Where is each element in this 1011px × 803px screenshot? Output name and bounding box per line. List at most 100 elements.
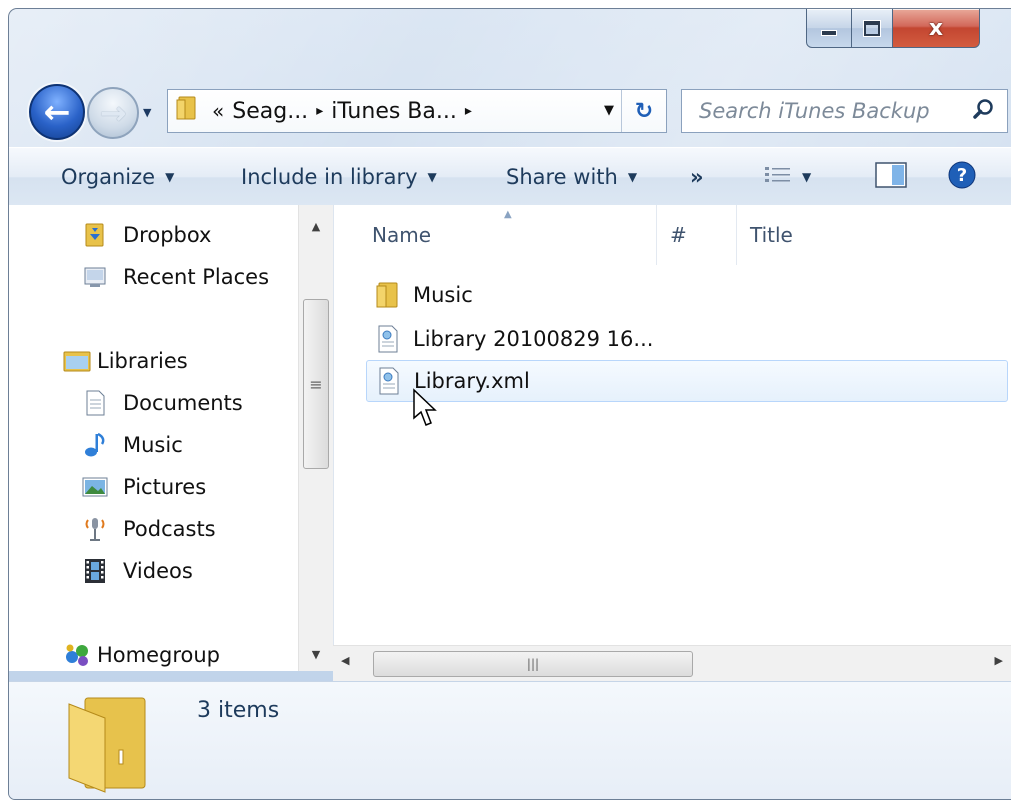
nav-item-label: Podcasts <box>123 517 216 541</box>
address-bar[interactable]: « Seag... ▸ iTunes Ba... ▸ ▼ ↻ <box>167 89 667 133</box>
scroll-down-icon[interactable]: ▼ <box>299 639 333 669</box>
more-icon: » <box>690 165 704 189</box>
scroll-left-icon[interactable]: ◀ <box>341 654 349 667</box>
file-list-scrollbar[interactable]: ◀ ||| ▶ <box>333 645 1011 682</box>
address-overflow[interactable]: « <box>212 99 224 123</box>
scroll-right-icon[interactable]: ▶ <box>995 654 1003 667</box>
chevron-down-icon: ▼ <box>427 170 437 184</box>
nav-item-label: Videos <box>123 559 193 583</box>
caption-buttons: x <box>806 9 980 50</box>
forward-button[interactable]: → <box>87 87 139 139</box>
preview-pane-button[interactable] <box>875 148 907 206</box>
list-item[interactable]: Music <box>366 275 1011 315</box>
address-separator-icon[interactable]: ▸ <box>465 103 472 119</box>
search-input[interactable]: Search iTunes Backup <box>699 99 973 123</box>
nav-item-label: Pictures <box>123 475 207 499</box>
help-button[interactable]: ? <box>947 148 977 206</box>
address-dropdown-icon[interactable]: ▼ <box>604 103 614 118</box>
xml-file-icon <box>374 325 402 353</box>
nav-item-music[interactable]: Music <box>81 427 183 463</box>
folder-large-icon <box>59 692 169 799</box>
include-in-library-menu[interactable]: Include in library ▼ <box>241 148 437 206</box>
column-title-label: Title <box>750 223 793 247</box>
dropbox-icon <box>81 221 109 249</box>
share-with-menu[interactable]: Share with ▼ <box>506 148 637 206</box>
list-item[interactable]: Library 20100829 16... <box>366 319 1011 359</box>
svg-text:?: ? <box>957 165 967 186</box>
recent-pages-dropdown[interactable]: ▼ <box>143 106 151 119</box>
nav-item-label: Homegroup <box>97 643 221 667</box>
recent-places-icon <box>81 263 109 291</box>
nav-item-podcasts[interactable]: Podcasts <box>81 511 216 547</box>
address-segment-seagate[interactable]: Seag... <box>232 99 308 124</box>
column-header-number[interactable]: # <box>670 205 687 265</box>
more-commands-button[interactable]: » <box>690 148 704 206</box>
nav-item-libraries[interactable]: Libraries <box>63 343 188 379</box>
refresh-button[interactable]: ↻ <box>621 90 666 132</box>
chevron-down-icon: ▼ <box>165 170 175 184</box>
maximize-button[interactable] <box>852 9 893 48</box>
details-pane: 3 items <box>9 681 1011 799</box>
nav-pane-scrollbar[interactable]: ▲ ≡ ▼ <box>298 205 333 671</box>
minimize-icon <box>821 30 837 36</box>
nav-item-pictures[interactable]: Pictures <box>81 469 206 505</box>
command-bar: Organize ▼ Include in library ▼ Share with… <box>9 147 1011 207</box>
minimize-button[interactable] <box>806 9 852 48</box>
close-icon: x <box>928 15 944 41</box>
podcasts-icon <box>81 515 109 543</box>
nav-item-label: Recent Places <box>123 265 270 289</box>
forward-arrow-icon: → <box>99 94 127 132</box>
view-details-icon <box>764 165 792 190</box>
scroll-up-icon[interactable]: ▲ <box>299 211 333 241</box>
help-icon: ? <box>947 160 977 195</box>
column-name-label: Name <box>372 223 432 247</box>
column-header-title[interactable]: Title <box>750 205 793 265</box>
file-name: Music <box>413 283 473 307</box>
nav-item-videos[interactable]: Videos <box>81 553 193 589</box>
close-button[interactable]: x <box>893 9 980 48</box>
column-header-name[interactable]: Name <box>372 205 431 265</box>
organize-label: Organize <box>61 165 156 189</box>
scroll-thumb[interactable]: ≡ <box>303 299 329 469</box>
column-divider[interactable] <box>656 205 657 265</box>
nav-item-documents[interactable]: Documents <box>81 385 243 421</box>
documents-icon <box>81 389 109 417</box>
back-arrow-icon: ← <box>43 93 71 131</box>
libraries-icon <box>63 347 91 375</box>
organize-menu[interactable]: Organize ▼ <box>61 148 174 206</box>
item-count: 3 items <box>197 698 280 723</box>
search-box[interactable]: Search iTunes Backup <box>681 89 1008 133</box>
mouse-cursor-icon <box>413 388 437 426</box>
search-icon[interactable] <box>973 98 995 124</box>
sort-ascending-icon: ▲ <box>504 209 512 220</box>
preview-pane-icon <box>875 161 907 193</box>
chevron-down-icon: ▼ <box>802 170 812 184</box>
folder-icon <box>374 281 402 309</box>
change-view-button[interactable]: ▼ <box>764 148 811 206</box>
folder-icon <box>176 95 200 127</box>
nav-item-label: Music <box>123 433 183 457</box>
scroll-thumb[interactable]: ||| <box>373 651 693 677</box>
address-separator-icon[interactable]: ▸ <box>316 103 323 119</box>
xml-file-icon <box>375 367 403 395</box>
column-divider[interactable] <box>736 205 737 265</box>
navigation-pane: Dropbox Recent Places Libraries Document… <box>9 205 298 671</box>
nav-item-label: Dropbox <box>123 223 212 247</box>
file-name: Library 20100829 16... <box>413 327 654 351</box>
list-item-selected[interactable]: Library.xml <box>366 360 1008 402</box>
videos-icon <box>81 557 109 585</box>
nav-item-label: Documents <box>123 391 243 415</box>
back-button[interactable]: ← <box>29 84 85 140</box>
refresh-icon: ↻ <box>634 98 654 124</box>
maximize-icon <box>863 19 881 37</box>
music-icon <box>81 431 109 459</box>
nav-item-recent-places[interactable]: Recent Places <box>81 259 269 295</box>
column-number-label: # <box>670 223 687 247</box>
address-segment-itunes-backup[interactable]: iTunes Ba... <box>331 99 457 124</box>
chevron-down-icon: ▼ <box>627 170 638 184</box>
explorer-window: x ← → ▼ « Seag... ▸ iTunes Ba... ▸ ▼ ↻ S… <box>8 8 1011 800</box>
nav-item-dropbox[interactable]: Dropbox <box>81 217 211 253</box>
include-in-library-label: Include in library <box>241 165 418 189</box>
share-with-label: Share with <box>506 165 618 189</box>
nav-item-homegroup[interactable]: Homegroup <box>63 637 220 673</box>
